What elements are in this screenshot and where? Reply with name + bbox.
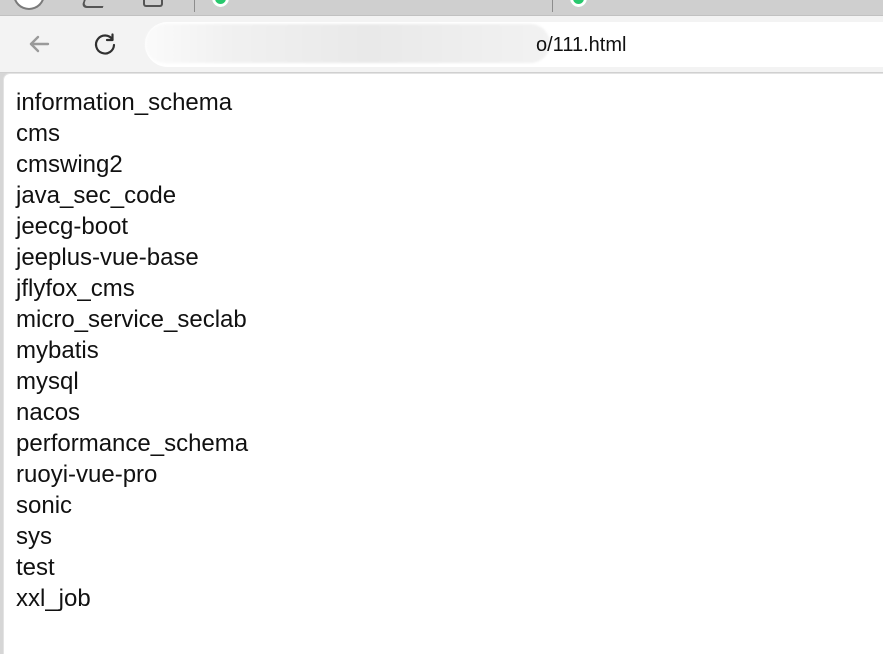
database-list: information_schema cms cmswing2 java_sec… xyxy=(16,87,248,614)
tab-favicon-icon[interactable] xyxy=(570,0,587,7)
reload-button[interactable] xyxy=(86,25,124,63)
browser-toolbar: o/111.html xyxy=(0,16,883,73)
redacted-url-segment xyxy=(145,24,550,63)
list-item: xxl_job xyxy=(16,585,91,612)
tab-divider xyxy=(194,0,195,12)
list-item: sonic xyxy=(16,492,73,519)
tab-strip xyxy=(0,0,883,16)
list-item: nacos xyxy=(16,399,81,426)
list-item: mysql xyxy=(16,368,79,395)
list-item: java_sec_code xyxy=(16,182,177,209)
reload-icon xyxy=(94,33,116,55)
address-bar[interactable]: o/111.html xyxy=(145,22,883,67)
page-content: information_schema cms cmswing2 java_sec… xyxy=(3,73,883,654)
back-arrow-icon xyxy=(29,35,50,53)
browser-window: o/111.html information_schema cms cmswin… xyxy=(0,0,883,654)
list-item: information_schema xyxy=(16,89,233,116)
url-text[interactable]: o/111.html xyxy=(536,33,626,57)
list-item: test xyxy=(16,554,55,581)
list-item: cms xyxy=(16,120,60,147)
list-item: ruoyi-vue-pro xyxy=(16,461,158,488)
back-button[interactable] xyxy=(20,25,58,63)
tab-divider xyxy=(552,0,553,12)
list-item: jeeplus-vue-base xyxy=(16,244,199,271)
list-item: mybatis xyxy=(16,337,99,364)
list-item: cmswing2 xyxy=(16,151,123,178)
tab-action-icon[interactable] xyxy=(143,0,163,7)
tab-action-icon[interactable] xyxy=(80,0,108,8)
list-item: jflyfox_cms xyxy=(16,275,135,302)
list-item: performance_schema xyxy=(16,430,249,457)
list-item: sys xyxy=(16,523,52,550)
profile-icon[interactable] xyxy=(13,0,45,10)
list-item: micro_service_seclab xyxy=(16,306,247,333)
tab-favicon-icon[interactable] xyxy=(212,0,229,7)
list-item: jeecg-boot xyxy=(16,213,129,240)
